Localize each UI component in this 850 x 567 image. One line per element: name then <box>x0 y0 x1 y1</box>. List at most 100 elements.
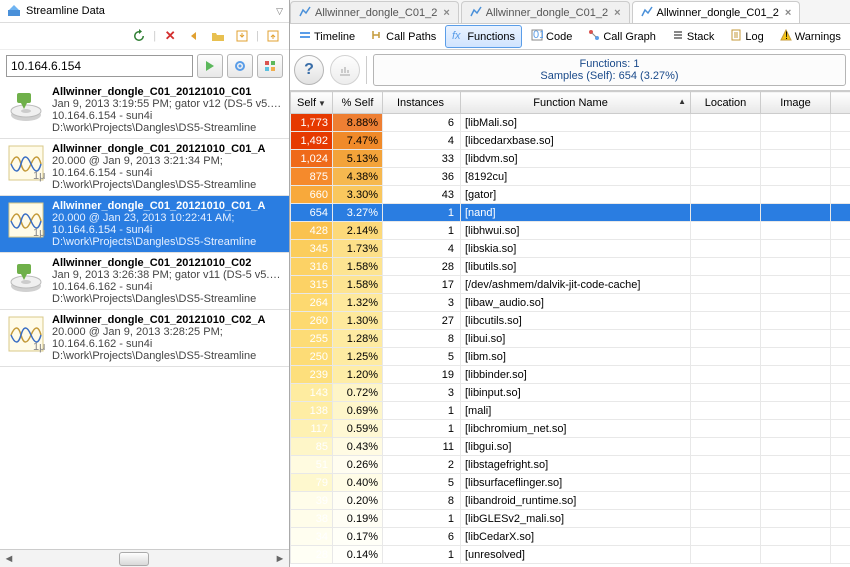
table-row[interactable]: 3451.73%4[libskia.so] <box>291 240 850 258</box>
view-tab-functions[interactable]: fxFunctions <box>445 25 522 48</box>
view-tab-call-graph[interactable]: Call Graph <box>581 25 663 48</box>
cell-function-name: [libui.so] <box>461 330 691 348</box>
table-row[interactable]: 380.19%1[libGLESv2_mali.so] <box>291 510 850 528</box>
table-row[interactable]: 510.26%2[libstagefright.so] <box>291 456 850 474</box>
table-row[interactable]: 8754.38%36[8192cu] <box>291 168 850 186</box>
view-tab-label: Functions <box>467 31 515 43</box>
close-icon[interactable]: × <box>614 7 620 19</box>
cell-location <box>691 276 761 294</box>
col-percent-self[interactable]: % Self <box>333 92 383 114</box>
cell-pad <box>831 366 850 384</box>
view-tab-call-paths[interactable]: Call Paths <box>364 25 443 48</box>
undo-icon[interactable] <box>184 26 204 46</box>
close-icon[interactable]: × <box>443 7 449 19</box>
cell-image <box>761 204 831 222</box>
capture-text: Allwinner_dongle_C01_20121010_C02_A20.00… <box>52 314 265 362</box>
refresh-icon[interactable] <box>129 26 149 46</box>
folder-open-icon[interactable] <box>208 26 228 46</box>
col-function-name[interactable]: Function Name▲ <box>461 92 691 114</box>
run-button[interactable] <box>197 54 223 78</box>
capture-meta-3: D:\work\Projects\Dangles\DS5-Streamline <box>52 350 265 362</box>
table-row[interactable]: 2601.30%27[libcutils.so] <box>291 312 850 330</box>
cell-image <box>761 492 831 510</box>
cell-instances: 4 <box>383 240 461 258</box>
cell-image <box>761 294 831 312</box>
table-row[interactable]: 790.40%5[libsurfaceflinger.so] <box>291 474 850 492</box>
settings-button[interactable] <box>227 54 253 78</box>
cell-location <box>691 384 761 402</box>
cell-percent-self: 3.30% <box>333 186 383 204</box>
table-row[interactable]: 6603.30%43[gator] <box>291 186 850 204</box>
capture-wave-icon: 1μs <box>6 143 46 183</box>
capture-item[interactable]: 1μsAllwinner_dongle_C01_20121010_C02_A20… <box>0 310 289 367</box>
help-button[interactable]: ? <box>294 55 324 85</box>
cell-pad <box>831 240 850 258</box>
document-tab[interactable]: Allwinner_dongle_C01_2× <box>632 1 801 23</box>
counters-button[interactable] <box>257 54 283 78</box>
view-tab-stack[interactable]: Stack <box>665 25 722 48</box>
table-row[interactable]: 1170.59%1[libchromium_net.so] <box>291 420 850 438</box>
table-row[interactable]: 4282.14%1[libhwui.so] <box>291 222 850 240</box>
cell-pad <box>831 438 850 456</box>
col-instances[interactable]: Instances <box>383 92 461 114</box>
table-row[interactable]: 2551.28%8[libui.so] <box>291 330 850 348</box>
cell-image <box>761 186 831 204</box>
import-icon[interactable] <box>232 26 252 46</box>
table-row[interactable]: 3151.58%17[/dev/ashmem/dalvik-jit-code-c… <box>291 276 850 294</box>
scroll-thumb[interactable] <box>119 552 149 566</box>
table-row[interactable]: 6543.27%1[nand] <box>291 204 850 222</box>
view-tab-label: Code <box>546 31 572 43</box>
table-row[interactable]: 3161.58%28[libutils.so] <box>291 258 850 276</box>
table-row[interactable]: 2391.20%19[libbinder.so] <box>291 366 850 384</box>
view-tab-label: Call Graph <box>603 31 656 43</box>
col-location[interactable]: Location <box>691 92 761 114</box>
capture-item[interactable]: 1μsAllwinner_dongle_C01_20121010_C01_A20… <box>0 196 289 253</box>
capture-item[interactable]: 1μsAllwinner_dongle_C01_20121010_C01_A20… <box>0 139 289 196</box>
analysis-icon <box>641 5 653 20</box>
cell-percent-self: 3.27% <box>333 204 383 222</box>
delete-icon[interactable]: ✕ <box>160 26 180 46</box>
capture-wave-icon: 1μs <box>6 200 46 240</box>
horizontal-scrollbar[interactable]: ◄ ► <box>0 549 289 567</box>
table-row[interactable]: 1,0245.13%33[libdvm.so] <box>291 150 850 168</box>
view-tab-code[interactable]: 010Code <box>524 25 579 48</box>
ip-address-input[interactable] <box>6 55 193 77</box>
cell-location <box>691 294 761 312</box>
table-row[interactable]: 280.14%1[unresolved] <box>291 546 850 564</box>
functions-table-wrap[interactable]: Self▼ % Self Instances Function Name▲ Lo… <box>290 91 850 567</box>
cell-pad <box>831 456 850 474</box>
scroll-right-arrow[interactable]: ► <box>271 551 289 567</box>
col-image[interactable]: Image <box>761 92 831 114</box>
export-icon[interactable] <box>263 26 283 46</box>
col-self[interactable]: Self▼ <box>291 92 333 114</box>
table-row[interactable]: 1,7738.88%6[libMali.so] <box>291 114 850 132</box>
scroll-track[interactable] <box>18 551 271 567</box>
functions-table: Self▼ % Self Instances Function Name▲ Lo… <box>290 91 850 564</box>
table-row[interactable]: 850.43%11[libgui.so] <box>291 438 850 456</box>
cell-percent-self: 0.43% <box>333 438 383 456</box>
view-tab-log[interactable]: Log <box>723 25 770 48</box>
table-row[interactable]: 1,4927.47%4[libcedarxbase.so] <box>291 132 850 150</box>
table-row[interactable]: 340.17%6[libCedarX.so] <box>291 528 850 546</box>
document-tab[interactable]: Allwinner_dongle_C01_2× <box>461 1 630 23</box>
capture-meta-3: D:\work\Projects\Dangles\DS5-Streamline <box>52 293 283 305</box>
view-tab-timeline[interactable]: Timeline <box>292 25 362 48</box>
table-row[interactable]: 390.20%8[libandroid_runtime.so] <box>291 492 850 510</box>
table-row[interactable]: 1380.69%1[mali] <box>291 402 850 420</box>
table-row[interactable]: 2501.25%5[libm.so] <box>291 348 850 366</box>
capture-meta-1: Jan 9, 2013 3:19:55 PM; gator v12 (DS-5 … <box>52 98 283 110</box>
cell-instances: 8 <box>383 330 461 348</box>
cell-function-name: [libinput.so] <box>461 384 691 402</box>
cell-percent-self: 1.25% <box>333 348 383 366</box>
menu-chevron-icon[interactable]: ▽ <box>276 6 283 17</box>
cell-image <box>761 258 831 276</box>
capture-item[interactable]: Allwinner_dongle_C01_20121010_C02Jan 9, … <box>0 253 289 310</box>
table-row[interactable]: 1430.72%3[libinput.so] <box>291 384 850 402</box>
close-icon[interactable]: × <box>785 7 791 19</box>
table-row[interactable]: 2641.32%3[libaw_audio.so] <box>291 294 850 312</box>
cell-pad <box>831 114 850 132</box>
document-tab[interactable]: Allwinner_dongle_C01_2× <box>290 1 459 23</box>
view-tab-warnings[interactable]: !Warnings <box>773 25 848 48</box>
scroll-left-arrow[interactable]: ◄ <box>0 551 18 567</box>
capture-item[interactable]: Allwinner_dongle_C01_20121010_C01Jan 9, … <box>0 82 289 139</box>
